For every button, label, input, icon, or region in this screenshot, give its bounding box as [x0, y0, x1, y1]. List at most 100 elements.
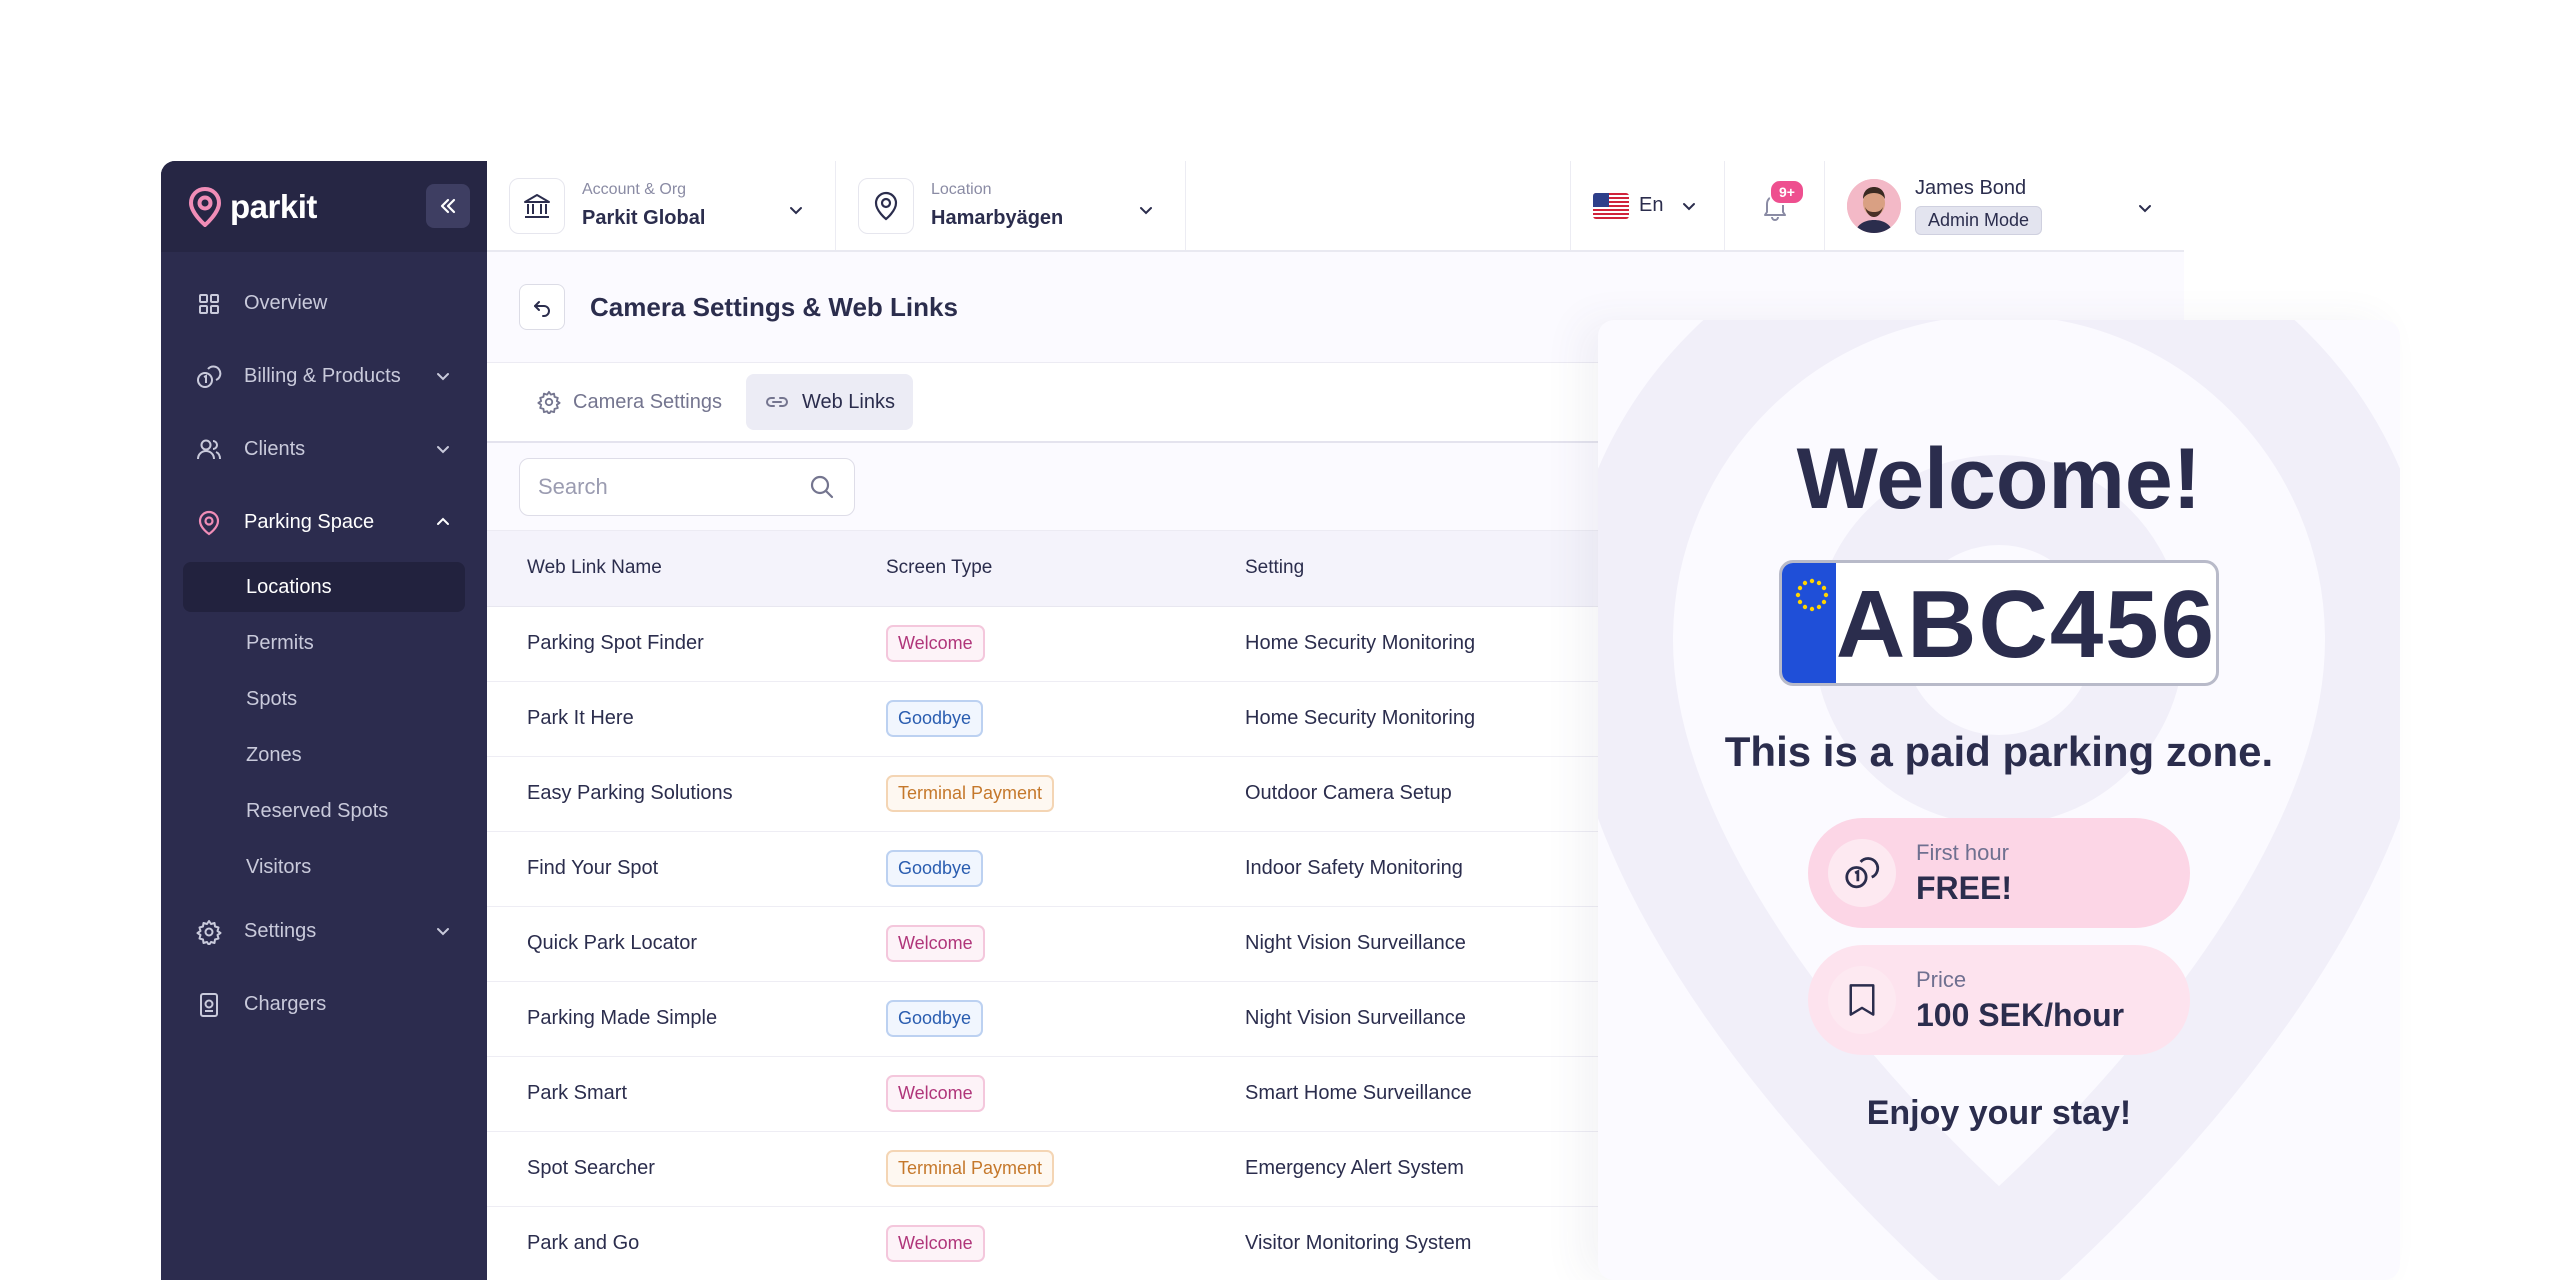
screen-type-badge: Welcome — [886, 1075, 985, 1112]
notifications-button[interactable]: 9+ — [1725, 161, 1825, 250]
sidebar-subitem-locations[interactable]: Locations — [183, 562, 465, 612]
sidebar-item-label: Chargers — [244, 993, 327, 1015]
bank-icon — [509, 177, 565, 234]
receipt-icon — [1828, 966, 1896, 1034]
user-menu[interactable]: James Bond Admin Mode — [1825, 161, 2184, 250]
chevron-up-icon — [437, 517, 449, 525]
sidebar: parkit Overview Billing & Products Clien… — [161, 161, 487, 1280]
search-input[interactable] — [538, 473, 798, 500]
tab-camera-settings[interactable]: Camera Settings — [519, 374, 740, 430]
grid-icon — [196, 291, 222, 317]
first-hour-card: First hour FREE! — [1808, 818, 2190, 928]
coins-icon — [1828, 839, 1896, 907]
account-label: Account & Org — [582, 181, 687, 198]
us-flag-icon — [1593, 192, 1629, 219]
sidebar-item-billing-products[interactable]: Billing & Products — [161, 340, 487, 413]
license-plate-number: ABC456 — [1835, 571, 2216, 678]
users-icon — [196, 437, 222, 463]
location-pin-icon — [196, 510, 222, 536]
sidebar-item-overview[interactable]: Overview — [161, 267, 487, 340]
screen-type-badge: Goodbye — [886, 1000, 984, 1037]
parkit-logo-icon — [188, 186, 222, 227]
screen-type-badge: Goodbye — [886, 700, 984, 737]
cell-web-link-name: Parking Made Simple — [487, 981, 886, 1057]
sidebar-item-label: Settings — [244, 920, 317, 942]
screen-type-badge: Welcome — [886, 925, 985, 962]
sidebar-item-clients[interactable]: Clients — [161, 413, 487, 486]
location-selector[interactable]: Location Hamarbyägen — [836, 161, 1186, 250]
first-hour-value: FREE! — [1916, 869, 2012, 906]
column-header-screen-type[interactable]: Screen Type — [886, 531, 1245, 607]
coins-icon — [196, 364, 222, 390]
gear-icon — [537, 390, 561, 414]
double-chevron-left-icon — [440, 198, 456, 214]
brand-logo[interactable]: parkit — [188, 186, 317, 227]
sidebar-item-chargers[interactable]: Chargers — [161, 968, 487, 1041]
notification-count-badge: 9+ — [1769, 179, 1805, 205]
cell-web-link-name: Park and Go — [487, 1206, 886, 1280]
topbar: Account & Org Parkit Global Location Ham… — [487, 161, 2184, 252]
screen-type-badge: Terminal Payment — [886, 775, 1055, 812]
column-header-web-link-name[interactable]: Web Link Name — [487, 531, 886, 607]
eu-stars-icon — [1782, 563, 1836, 683]
license-plate: ABC456 — [1779, 560, 2219, 686]
sidebar-item-label: Billing & Products — [244, 365, 401, 387]
cell-web-link-name: Parking Spot Finder — [487, 606, 886, 682]
cell-web-link-name: Quick Park Locator — [487, 906, 886, 982]
sidebar-subitem-reserved-spots[interactable]: Reserved Spots — [161, 783, 487, 839]
page-title: Camera Settings & Web Links — [590, 291, 958, 322]
location-value: Hamarbyägen — [931, 207, 1064, 229]
account-org-selector[interactable]: Account & Org Parkit Global — [487, 161, 836, 250]
link-icon — [764, 390, 790, 414]
price-card: Price 100 SEK/hour — [1808, 945, 2190, 1055]
sidebar-subitem-permits[interactable]: Permits — [161, 615, 487, 671]
collapse-sidebar-button[interactable] — [426, 184, 470, 228]
sidebar-item-label: Clients — [244, 438, 306, 460]
sidebar-subitem-visitors[interactable]: Visitors — [161, 839, 487, 895]
first-hour-label: First hour — [1916, 839, 2009, 865]
welcome-screen-preview: Welcome! ABC456 This is a paid parking z… — [1598, 320, 2400, 1280]
sidebar-item-label: Parking Space — [244, 511, 375, 533]
location-pin-icon — [858, 177, 914, 234]
sidebar-item-parking-space[interactable]: Parking Space — [161, 486, 487, 559]
cell-web-link-name: Spot Searcher — [487, 1131, 886, 1207]
admin-mode-badge: Admin Mode — [1915, 205, 2043, 235]
gear-icon — [196, 919, 222, 945]
language-label: En — [1639, 194, 1664, 216]
back-button[interactable] — [519, 284, 565, 330]
language-selector[interactable]: En — [1570, 161, 1725, 250]
chevron-down-icon — [437, 373, 449, 381]
screen-type-badge: Welcome — [886, 1225, 985, 1262]
brand-bar: parkit — [161, 161, 487, 252]
tab-web-links[interactable]: Web Links — [745, 374, 913, 430]
sidebar-subitem-spots[interactable]: Spots — [161, 671, 487, 727]
sidebar-nav: Overview Billing & Products Clients Park… — [161, 252, 487, 1041]
price-label: Price — [1916, 966, 1967, 992]
chevron-down-icon — [1683, 202, 1696, 210]
search-icon[interactable] — [808, 473, 836, 501]
charger-icon — [196, 992, 222, 1018]
brand-name: parkit — [230, 187, 317, 225]
screen-type-badge: Welcome — [886, 625, 985, 662]
account-value: Parkit Global — [582, 207, 706, 229]
chevron-down-icon — [437, 446, 449, 454]
screen-type-badge: Goodbye — [886, 850, 984, 887]
user-name: James Bond — [1915, 176, 2027, 199]
paid-zone-text: This is a paid parking zone. — [1724, 728, 2274, 775]
chevron-down-icon — [437, 928, 449, 936]
enjoy-stay-text: Enjoy your stay! — [1866, 1094, 2132, 1132]
screen-type-badge: Terminal Payment — [886, 1150, 1055, 1187]
chevron-down-icon — [2139, 205, 2151, 213]
cell-web-link-name: Easy Parking Solutions — [487, 756, 886, 832]
back-arrow-icon — [534, 301, 550, 317]
sidebar-subitem-zones[interactable]: Zones — [161, 727, 487, 783]
cell-web-link-name: Park It Here — [487, 681, 886, 757]
cell-web-link-name: Find Your Spot — [487, 831, 886, 907]
sidebar-item-settings[interactable]: Settings — [161, 895, 487, 968]
welcome-title: Welcome! — [1796, 431, 2202, 527]
chevron-down-icon — [1140, 207, 1152, 215]
avatar — [1847, 178, 1901, 233]
sidebar-item-label: Overview — [244, 292, 328, 314]
cell-web-link-name: Park Smart — [487, 1056, 886, 1132]
tab-label: Camera Settings — [573, 390, 722, 413]
